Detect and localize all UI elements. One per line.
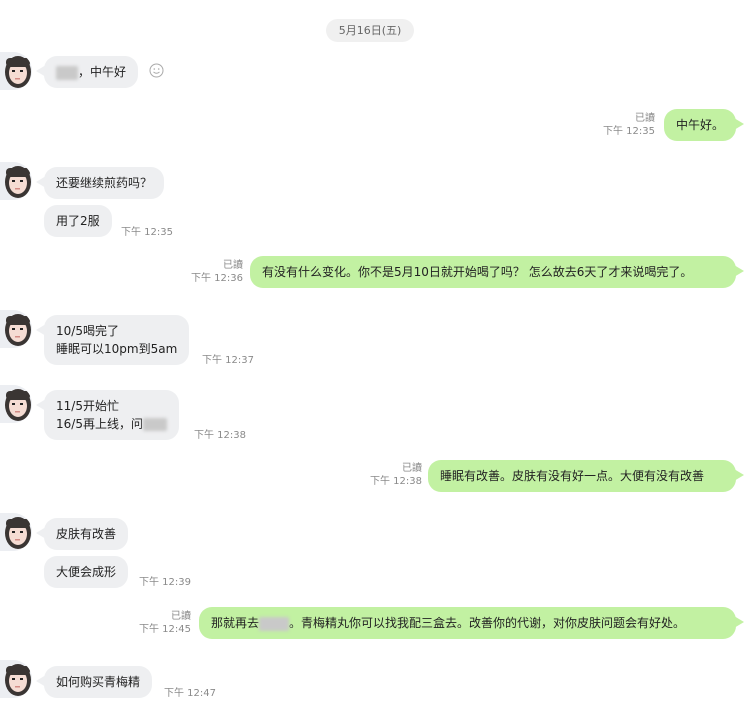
message-text: 如何购买青梅精 (56, 675, 141, 689)
message-bubble-incoming[interactable]: 10/5喝完了 睡眠可以10pm到5am (35, 315, 190, 365)
message-bubble-incoming[interactable]: ，中午好 (35, 56, 139, 88)
timestamp: 下午 12:38 (194, 430, 246, 441)
avatar-icon[interactable] (0, 385, 32, 423)
message-bubble-outgoing[interactable]: 中午好。 (663, 109, 745, 141)
read-receipt: 已讀 (223, 260, 243, 271)
avatar-icon[interactable] (0, 660, 32, 698)
avatar-icon[interactable] (0, 162, 32, 200)
timestamp: 下午 12:47 (164, 688, 216, 699)
message-text: 那就再去 (211, 616, 260, 630)
message-text: ，中午好 (78, 65, 127, 79)
timestamp: 下午 12:38 (370, 476, 422, 487)
message-text: 睡眠有改善。皮肤有没有好一点。大便有没有改善 (440, 469, 705, 483)
blurred-name (56, 65, 78, 80)
message-line: 10/5喝完了 (56, 324, 119, 338)
message-bubble-incoming[interactable]: 用了2服 (44, 205, 112, 237)
message-bubble-incoming[interactable]: 大便会成形 (44, 556, 129, 588)
avatar-icon[interactable] (0, 513, 32, 551)
message-meta: 已讀 下午 12:35 (603, 112, 655, 138)
message-bubble-incoming[interactable]: 皮肤有改善 (35, 518, 129, 550)
message-text: 。青梅精丸你可以找我配三盒去。改善你的代谢，对你皮肤问题会有好处。 (289, 616, 686, 630)
date-separator: 5月16日(五) (326, 19, 414, 42)
read-receipt: 已讀 (635, 113, 655, 124)
message-bubble-incoming[interactable]: 还要继续煎药吗？ (35, 167, 165, 199)
message-bubble-outgoing[interactable]: 有没有什么变化。你不是5月10日就开始喝了吗？ 怎么故去6天了才来说喝完了。 (250, 256, 744, 288)
message-bubble-outgoing[interactable]: 睡眠有改善。皮肤有没有好一点。大便有没有改善 (428, 460, 744, 492)
message-meta: 已讀 下午 12:45 (139, 610, 191, 636)
message-line: 11/5开始忙 (56, 399, 119, 413)
message-text: 用了2服 (56, 214, 100, 228)
avatar-icon[interactable] (0, 52, 32, 90)
timestamp: 下午 12:36 (191, 273, 243, 284)
timestamp: 下午 12:37 (202, 355, 254, 366)
message-bubble-incoming[interactable]: 如何购买青梅精 (35, 666, 153, 698)
blurred-text (259, 616, 290, 631)
message-text: 有没有什么变化。你不是5月10日就开始喝了吗？ 怎么故去6天了才来说喝完了。 (262, 265, 693, 279)
message-bubble-incoming[interactable]: 11/5开始忙 16/5再上线，问 (36, 390, 179, 440)
message-text: 还要继续煎药吗？ (56, 176, 153, 190)
message-text: 皮肤有改善 (56, 527, 117, 541)
timestamp: 下午 12:35 (121, 227, 173, 238)
smiley-icon[interactable] (149, 63, 164, 78)
message-line: 16/5再上线，问 (56, 417, 143, 431)
timestamp: 下午 12:39 (139, 577, 191, 588)
timestamp: 下午 12:45 (139, 624, 191, 635)
timestamp: 下午 12:35 (603, 126, 655, 137)
blurred-text (142, 418, 167, 431)
avatar-icon[interactable] (0, 310, 32, 348)
message-text: 大便会成形 (56, 565, 117, 579)
read-receipt: 已讀 (402, 463, 422, 474)
message-line: 睡眠可以10pm到5am (56, 342, 178, 356)
read-receipt: 已讀 (171, 611, 191, 622)
message-line-with-redaction: 16/5再上线，问 (56, 415, 167, 433)
message-text: 中午好。 (675, 118, 724, 132)
message-bubble-outgoing[interactable]: 那就再去 。青梅精丸你可以找我配三盒去。改善你的代谢，对你皮肤问题会有好处。 (199, 607, 744, 639)
message-meta: 已讀 下午 12:38 (370, 462, 422, 488)
message-meta: 已讀 下午 12:36 (191, 259, 243, 285)
